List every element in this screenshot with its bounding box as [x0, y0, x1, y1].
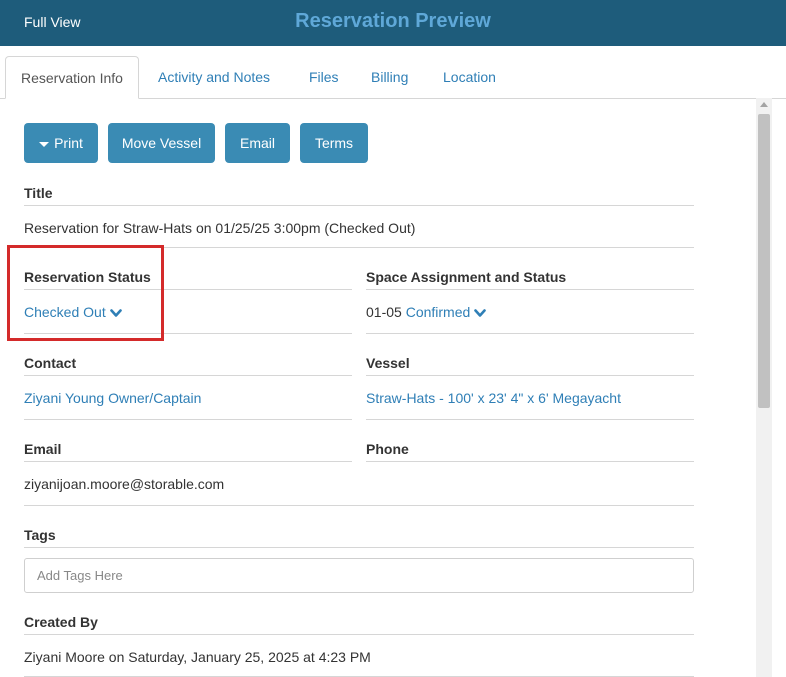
divider [366, 461, 694, 462]
space-assignment-value: 01-05 Confirmed [366, 304, 487, 320]
vertical-scrollbar[interactable] [756, 98, 772, 677]
vessel-link[interactable]: Straw-Hats - 100' x 23' 4" x 6' Megayach… [366, 390, 621, 406]
terms-button[interactable]: Terms [300, 123, 368, 163]
title-label: Title [24, 185, 53, 201]
divider [366, 289, 694, 290]
tab-activity-and-notes[interactable]: Activity and Notes [143, 56, 285, 98]
email-value: ziyanijoan.moore@storable.com [24, 476, 225, 492]
caret-down-icon [39, 141, 50, 147]
tab-files[interactable]: Files [294, 56, 354, 98]
contact-label: Contact [24, 355, 77, 371]
divider [24, 547, 694, 548]
header-bar: Full View Reservation Preview [0, 0, 786, 46]
divider [24, 461, 352, 462]
reservation-status-dropdown[interactable]: Checked Out [24, 304, 122, 320]
divider [24, 247, 694, 248]
highlight-box [7, 245, 164, 341]
divider [24, 289, 352, 290]
divider [24, 634, 694, 635]
phone-label: Phone [366, 441, 409, 457]
arrow-up-icon[interactable] [760, 102, 768, 107]
print-button-label: Print [54, 135, 83, 151]
reservation-status-label: Reservation Status [24, 269, 151, 285]
email-label: Email [24, 441, 62, 457]
tab-billing[interactable]: Billing [356, 56, 423, 98]
reservation-status-value: Checked Out [24, 304, 106, 320]
vessel-label: Vessel [366, 355, 410, 371]
tab-bar: Reservation Info Activity and Notes File… [0, 46, 786, 99]
created-by-value: Ziyani Moore on Saturday, January 25, 20… [24, 649, 371, 665]
move-vessel-button[interactable]: Move Vessel [108, 123, 215, 163]
print-button[interactable]: Print [24, 123, 98, 163]
page-title: Reservation Preview [295, 10, 491, 32]
chevron-down-icon [474, 308, 487, 317]
chevron-down-icon [109, 308, 122, 317]
divider [366, 333, 694, 334]
email-button[interactable]: Email [225, 123, 290, 163]
space-assignment-label: Space Assignment and Status [366, 269, 567, 285]
tab-reservation-info[interactable]: Reservation Info [5, 56, 139, 99]
space-status-value: Confirmed [405, 304, 471, 320]
divider [24, 419, 352, 420]
divider [24, 505, 694, 506]
created-by-label: Created By [24, 614, 98, 630]
divider [366, 419, 694, 420]
contact-link[interactable]: Ziyani Young Owner/Captain [24, 390, 201, 406]
tags-label: Tags [24, 527, 56, 543]
space-number: 01-05 [366, 304, 402, 320]
tags-input[interactable] [24, 558, 694, 593]
title-value: Reservation for Straw-Hats on 01/25/25 3… [24, 220, 416, 236]
divider [24, 333, 352, 334]
scrollbar-thumb[interactable] [758, 114, 770, 408]
divider [366, 375, 694, 376]
divider [24, 205, 694, 206]
space-status-dropdown[interactable]: Confirmed [406, 304, 487, 320]
tab-location[interactable]: Location [428, 56, 511, 98]
divider [24, 375, 352, 376]
